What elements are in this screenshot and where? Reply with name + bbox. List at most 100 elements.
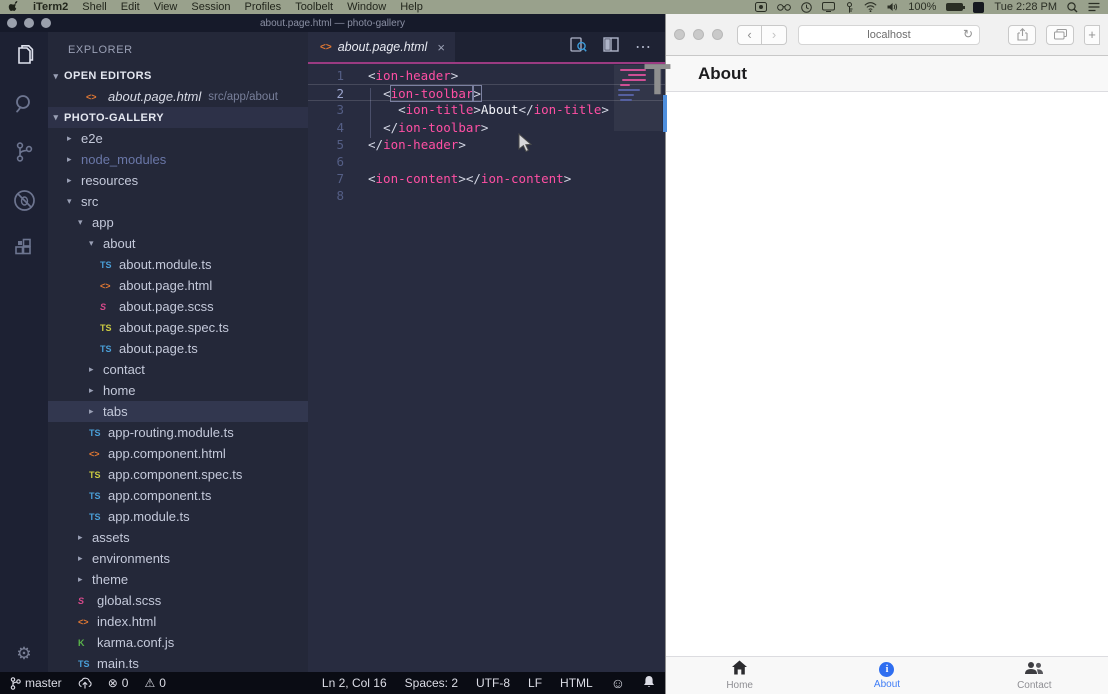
menubar-item-shell[interactable]: Shell — [82, 1, 106, 13]
source-control-icon[interactable] — [0, 128, 48, 176]
tree-file-index.html[interactable]: <>index.html — [48, 611, 308, 632]
code-line-7[interactable]: 7<ion-content></ion-content> — [308, 170, 665, 187]
chevron-down-icon[interactable]: ▾ — [67, 196, 79, 207]
chevron-right-icon[interactable]: ▸ — [67, 133, 79, 144]
reload-icon[interactable]: ↻ — [963, 27, 973, 41]
tree-file-about.module.ts[interactable]: TSabout.module.ts — [48, 254, 308, 275]
tab-overview-icon[interactable] — [1046, 25, 1074, 45]
open-editor-item[interactable]: <>about.page.htmlsrc/app/about — [48, 86, 308, 107]
apple-menu-icon[interactable] — [8, 1, 19, 13]
tree-file-main.ts[interactable]: TSmain.ts — [48, 653, 308, 672]
tree-folder-app[interactable]: ▾app — [48, 212, 308, 233]
chevron-down-icon[interactable]: ▾ — [89, 238, 101, 249]
tree-file-about.page.spec.ts[interactable]: TSabout.page.spec.ts — [48, 317, 308, 338]
chevron-right-icon[interactable]: ▸ — [89, 406, 101, 417]
tree-file-global.scss[interactable]: Sglobal.scss — [48, 590, 308, 611]
tree-file-app-routing.module.ts[interactable]: TSapp-routing.module.ts — [48, 422, 308, 443]
tree-folder-src[interactable]: ▾src — [48, 191, 308, 212]
notifications-bell-icon[interactable] — [643, 675, 655, 691]
menubar-item-help[interactable]: Help — [400, 1, 423, 13]
menubar-clock[interactable]: Tue 2:28 PM — [994, 1, 1057, 13]
warning-count[interactable]: ⚠ 0 — [144, 676, 165, 690]
code-line-5[interactable]: 5</ion-header> — [308, 136, 665, 153]
notification-center-icon[interactable] — [1088, 2, 1100, 12]
display-mirroring-icon[interactable] — [822, 2, 835, 12]
statusbar-item[interactable]: HTML — [560, 676, 593, 690]
back-button[interactable]: ‹ — [737, 25, 762, 45]
tree-folder-node_modules[interactable]: ▸node_modules — [48, 149, 308, 170]
chevron-right-icon[interactable]: ▸ — [89, 364, 101, 375]
explorer-icon[interactable] — [0, 32, 48, 80]
code-editor[interactable]: 1<ion-header>2 <ion-toolbar>3 <ion-title… — [308, 64, 665, 672]
tree-file-about.page.scss[interactable]: Sabout.page.scss — [48, 296, 308, 317]
screen-record-icon[interactable] — [755, 2, 767, 12]
debug-icon[interactable] — [0, 176, 48, 224]
tree-file-app.module.ts[interactable]: TSapp.module.ts — [48, 506, 308, 527]
code-line-3[interactable]: 3 <ion-title>About</ion-title> — [308, 101, 665, 118]
code-line-2[interactable]: 2 <ion-toolbar> — [308, 84, 665, 101]
chevron-down-icon[interactable]: ▾ — [48, 71, 64, 82]
git-branch-indicator[interactable]: master — [10, 676, 62, 690]
tab-about[interactable]: iAbout — [813, 657, 960, 694]
time-machine-icon[interactable] — [801, 2, 812, 13]
more-actions-icon[interactable]: ⋯ — [635, 37, 651, 57]
menubar-item-window[interactable]: Window — [347, 1, 386, 13]
tree-folder-assets[interactable]: ▸assets — [48, 527, 308, 548]
open-preview-icon[interactable] — [570, 37, 587, 58]
tree-folder-tabs[interactable]: ▸tabs — [48, 401, 308, 422]
code-line-4[interactable]: 4 </ion-toolbar> — [308, 119, 665, 136]
tab-contact[interactable]: Contact — [961, 657, 1108, 694]
wifi-icon[interactable] — [864, 2, 877, 12]
menubar-item-view[interactable]: View — [154, 1, 178, 13]
menubar-item-session[interactable]: Session — [191, 1, 230, 13]
address-bar[interactable]: localhost ↻ — [798, 25, 980, 45]
chevron-right-icon[interactable]: ▸ — [89, 385, 101, 396]
tree-folder-resources[interactable]: ▸resources — [48, 170, 308, 191]
tree-folder-theme[interactable]: ▸theme — [48, 569, 308, 590]
tree-folder-contact[interactable]: ▸contact — [48, 359, 308, 380]
settings-gear-icon[interactable]: ⚙ — [0, 644, 48, 664]
battery-icon[interactable] — [946, 3, 963, 11]
tab-home[interactable]: Home — [666, 657, 813, 694]
tree-file-about.page.ts[interactable]: TSabout.page.ts — [48, 338, 308, 359]
forward-button[interactable]: › — [762, 25, 787, 45]
menubar-item-toolbelt[interactable]: Toolbelt — [295, 1, 333, 13]
share-icon[interactable] — [1008, 25, 1036, 45]
new-tab-button[interactable]: + — [1084, 25, 1100, 45]
vscode-titlebar[interactable]: about.page.html — photo-gallery — [0, 14, 665, 32]
input-source-icon[interactable] — [973, 2, 984, 13]
statusbar-item[interactable]: Ln 2, Col 16 — [322, 676, 387, 690]
statusbar-item[interactable]: LF — [528, 676, 542, 690]
tree-folder-about[interactable]: ▾about — [48, 233, 308, 254]
chevron-right-icon[interactable]: ▸ — [67, 154, 79, 165]
code-line-1[interactable]: 1<ion-header> — [308, 67, 665, 84]
menubar-app-name[interactable]: iTerm2 — [33, 1, 68, 13]
project-section-header[interactable]: ▾ PHOTO-GALLERY — [48, 107, 308, 128]
statusbar-item[interactable]: Spaces: 2 — [405, 676, 458, 690]
chevron-right-icon[interactable]: ▸ — [67, 175, 79, 186]
error-count[interactable]: ⊗ 0 — [108, 676, 129, 690]
search-icon[interactable] — [0, 80, 48, 128]
tree-file-karma.conf.js[interactable]: Kkarma.conf.js — [48, 632, 308, 653]
open-editors-header[interactable]: ▾ OPEN EDITORS — [48, 66, 308, 86]
tree-folder-e2e[interactable]: ▸e2e — [48, 128, 308, 149]
chevron-down-icon[interactable]: ▾ — [78, 217, 90, 228]
tree-folder-environments[interactable]: ▸environments — [48, 548, 308, 569]
tree-file-about.page.html[interactable]: <>about.page.html — [48, 275, 308, 296]
chevron-down-icon[interactable]: ▾ — [48, 112, 64, 123]
tab-about-page-html[interactable]: <> about.page.html × — [308, 32, 455, 62]
close-window-button[interactable] — [674, 29, 685, 40]
spotlight-icon[interactable] — [1067, 2, 1078, 13]
tree-file-app.component.html[interactable]: <>app.component.html — [48, 443, 308, 464]
chevron-right-icon[interactable]: ▸ — [78, 532, 90, 543]
tree-file-app.component.spec.ts[interactable]: TSapp.component.spec.ts — [48, 464, 308, 485]
statusbar-item[interactable]: UTF-8 — [476, 676, 510, 690]
split-editor-icon[interactable] — [603, 37, 619, 57]
minimap[interactable] — [614, 65, 662, 672]
zoom-window-button[interactable] — [712, 29, 723, 40]
tree-file-app.component.ts[interactable]: TSapp.component.ts — [48, 485, 308, 506]
minimize-window-button[interactable] — [693, 29, 704, 40]
code-line-8[interactable]: 8 — [308, 187, 665, 204]
code-line-6[interactable]: 6 — [308, 153, 665, 170]
close-tab-icon[interactable]: × — [437, 40, 445, 55]
